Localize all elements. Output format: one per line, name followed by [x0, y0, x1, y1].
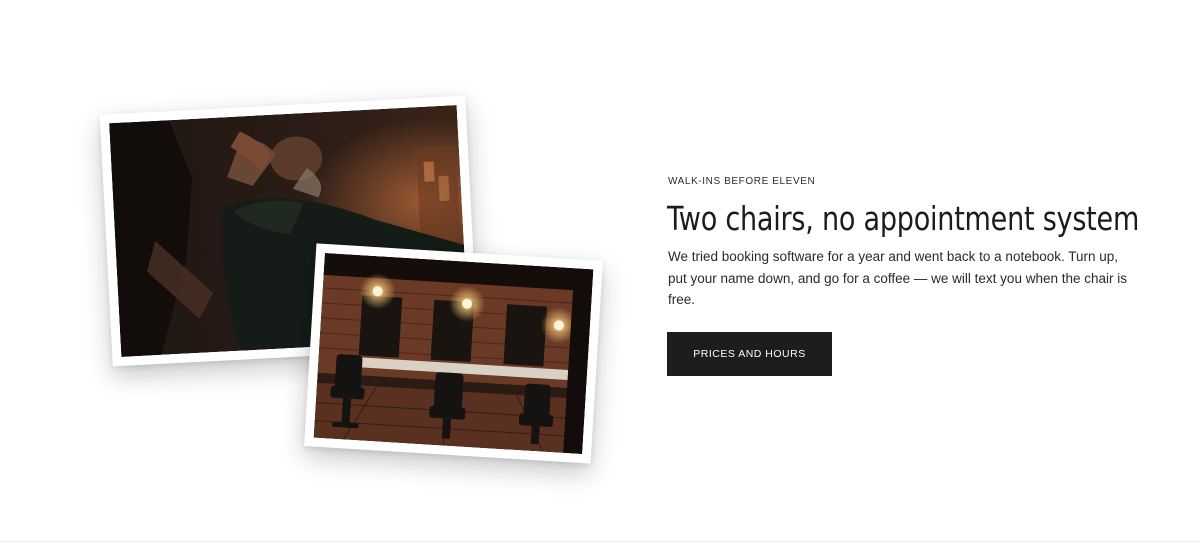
prices-and-hours-button[interactable]: PRICES AND HOURS — [667, 332, 832, 376]
section-body-text: We tried booking software for a year and… — [668, 249, 1127, 307]
eyebrow-label: WALK-INS BEFORE ELEVEN — [668, 176, 816, 187]
barbershop-interior-photo — [304, 243, 603, 464]
section-divider — [0, 541, 1200, 542]
section-headline: Two chairs, no appointment system — [667, 199, 1140, 238]
feature-section: WALK-INS BEFORE ELEVEN Two chairs, no ap… — [0, 0, 1200, 541]
barbershop-interior-image — [313, 252, 594, 455]
